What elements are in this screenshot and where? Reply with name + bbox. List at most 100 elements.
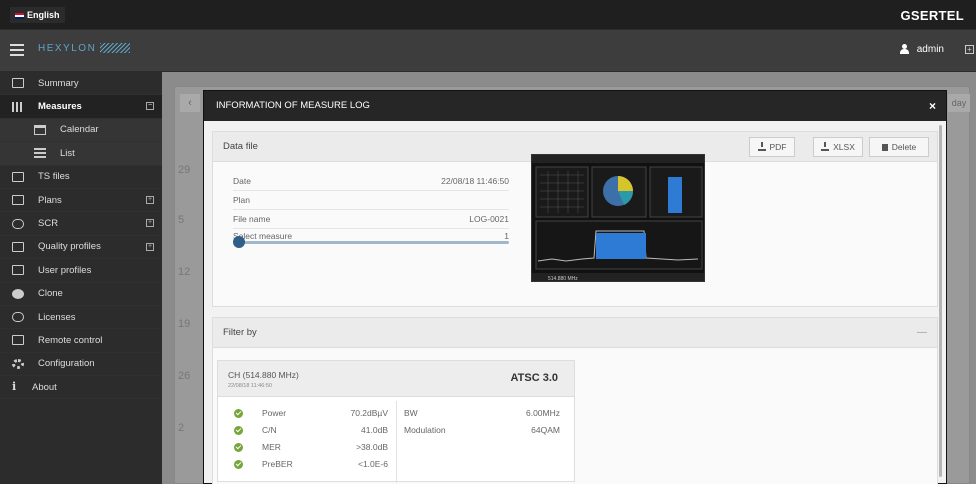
filter-heading: Filter by <box>223 327 257 338</box>
cn-row: C/N 41.0dB <box>218 422 388 439</box>
channel-card-header: CH (514.880 MHz) 22/08/18 11:46:50 ATSC … <box>218 361 574 397</box>
measure-slider-handle[interactable] <box>233 236 245 248</box>
calendar-today-button[interactable]: day <box>948 94 970 112</box>
logo-mark-icon <box>100 43 131 54</box>
collapse-icon[interactable]: − <box>146 102 154 111</box>
sidebar-item-user-profiles[interactable]: User profiles <box>0 259 162 283</box>
sidebar-item-ts-files[interactable]: TS files <box>0 166 162 189</box>
filter-header[interactable]: Filter by — <box>213 318 937 348</box>
expand-icon[interactable]: + <box>146 195 154 204</box>
modal-header: INFORMATION OF MEASURE LOG × <box>204 91 946 121</box>
sidebar-item-measures[interactable]: Measures − <box>0 95 162 119</box>
sidebar-item-plans[interactable]: Plans + <box>0 189 162 213</box>
calendar-week-number: 26 <box>178 370 191 382</box>
calendar-week-number: 19 <box>178 318 191 330</box>
expand-icon[interactable]: + <box>146 242 154 251</box>
measure-slider-track[interactable] <box>239 241 509 244</box>
calendar-prev-button[interactable]: ‹ <box>180 94 200 112</box>
date-row: Date 22/08/18 11:46:50 <box>233 172 509 191</box>
info-icon: i <box>12 380 17 394</box>
sidebar-item-summary[interactable]: Summary <box>0 72 162 96</box>
ts-files-icon <box>12 171 24 182</box>
calendar-week-number: 29 <box>178 164 191 176</box>
filter-panel: Filter by — CH (514.880 MHz) 22/08/18 11… <box>212 317 938 484</box>
preber-row: PreBER <1.0E-6 <box>218 456 388 473</box>
sidebar-item-calendar[interactable]: Calendar <box>0 118 162 143</box>
cn-value: 41.0dB <box>361 425 388 435</box>
sidebar-item-configuration[interactable]: Configuration <box>0 353 162 377</box>
gear-icon <box>12 358 24 369</box>
check-icon <box>234 409 243 418</box>
plan-row: Plan <box>233 191 509 210</box>
collapse-icon[interactable]: — <box>917 318 927 348</box>
atsc-logo: ATSC 3.0 <box>510 372 558 384</box>
remote-control-icon <box>12 335 24 346</box>
menu-icon[interactable] <box>10 44 24 56</box>
bw-value: 6.00MHz <box>525 408 560 418</box>
pdf-button[interactable]: PDF <box>749 137 795 157</box>
mer-row: MER >38.0dB <box>218 439 388 456</box>
user-menu[interactable]: admin <box>899 44 944 55</box>
quality-profiles-icon <box>12 241 24 252</box>
brand-name: GSERTEL <box>900 8 964 23</box>
modal-title: INFORMATION OF MEASURE LOG <box>216 100 370 111</box>
check-icon <box>234 460 243 469</box>
date-value: 22/08/18 11:46:50 <box>441 176 509 186</box>
list-icon <box>34 148 46 159</box>
screenshot-graphic: 514.880 MHz <box>532 155 704 282</box>
calendar-week-number: 5 <box>178 214 185 226</box>
power-value: 70.2dBµV <box>350 408 388 418</box>
user-name: admin <box>916 44 944 55</box>
power-row: Power 70.2dBµV <box>218 405 388 422</box>
channel-timestamp: 22/08/18 11:46:50 <box>228 383 272 389</box>
screenshot-frequency: 514.880 MHz <box>548 276 578 282</box>
bar-chart-icon <box>12 101 24 112</box>
summary-icon <box>12 78 24 89</box>
delete-button[interactable]: Delete <box>869 137 929 157</box>
app-header: HEXYLON admin + <box>0 30 976 72</box>
top-bar: English GSERTEL <box>0 0 976 30</box>
sidebar: Summary Measures − Calendar List TS files… <box>0 72 162 484</box>
app-logo: HEXYLON <box>38 43 131 54</box>
check-icon <box>234 443 243 452</box>
sidebar-item-scr[interactable]: SCR + <box>0 212 162 236</box>
sidebar-item-about[interactable]: i About <box>0 376 162 400</box>
bw-row: BW 6.00MHz <box>404 405 560 422</box>
calendar-week-number: 2 <box>178 422 185 434</box>
xlsx-button[interactable]: XLSX <box>813 137 863 157</box>
user-icon <box>899 44 909 55</box>
download-icon <box>821 142 830 152</box>
sidebar-item-remote-control[interactable]: Remote control <box>0 329 162 353</box>
expand-icon[interactable]: + <box>146 219 154 228</box>
trash-icon <box>881 144 888 152</box>
uk-flag-icon <box>15 12 24 19</box>
sidebar-item-quality-profiles[interactable]: Quality profiles + <box>0 236 162 260</box>
card-divider <box>396 401 397 483</box>
data-file-panel: Data file PDF XLSX Delete Date 22/08/18 1… <box>212 131 938 307</box>
channel-title: CH (514.880 MHz) <box>228 370 299 380</box>
language-selector[interactable]: English <box>10 7 65 23</box>
close-icon[interactable]: × <box>929 91 936 121</box>
sidebar-item-licenses[interactable]: Licenses <box>0 306 162 330</box>
sidebar-item-clone[interactable]: Clone <box>0 283 162 306</box>
filter-body: CH (514.880 MHz) 22/08/18 11:46:50 ATSC … <box>213 348 937 484</box>
channel-measure-card[interactable]: CH (514.880 MHz) 22/08/18 11:46:50 ATSC … <box>217 360 575 483</box>
preber-value: <1.0E-6 <box>357 459 388 469</box>
sidebar-item-list[interactable]: List <box>0 142 162 166</box>
language-label: English <box>27 10 60 20</box>
modal-scrollbar[interactable] <box>939 125 942 477</box>
modulation-row: Modulation 64QAM <box>404 422 560 439</box>
measurement-screenshot[interactable]: 514.880 MHz <box>531 154 705 282</box>
calendar-icon <box>34 124 46 135</box>
check-icon <box>234 426 243 435</box>
licenses-icon <box>12 312 24 323</box>
expand-icon[interactable]: + <box>965 45 974 54</box>
plans-icon <box>12 195 24 206</box>
modulation-value: 64QAM <box>531 425 560 435</box>
download-icon <box>757 142 766 152</box>
user-profiles-icon <box>12 265 24 276</box>
mer-value: >38.0dB <box>356 442 388 452</box>
calendar-week-number: 12 <box>178 266 191 278</box>
clone-icon <box>12 288 24 299</box>
measure-log-modal: INFORMATION OF MEASURE LOG × Data file P… <box>203 90 947 484</box>
